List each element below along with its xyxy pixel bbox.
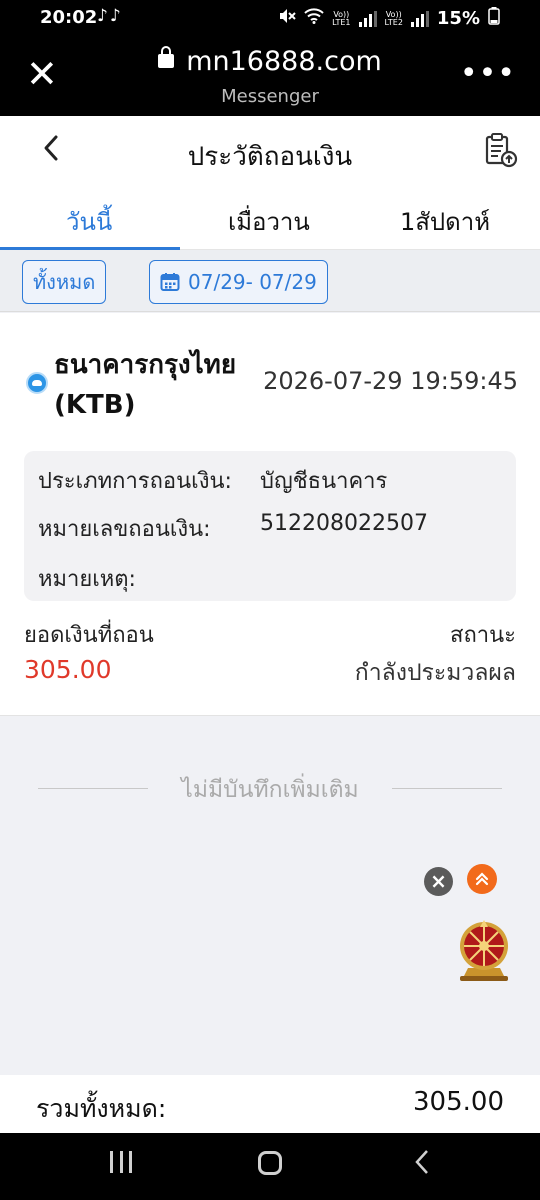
more-icon[interactable]: ••• [460, 56, 516, 91]
no-more-records: ไม่มีบันทึกเพิ่มเติม [0, 768, 540, 808]
recent-apps-icon[interactable] [110, 1151, 132, 1173]
history-clipboard-icon[interactable] [484, 132, 518, 168]
withdraw-number-row: หมายเลขถอนเงิน: 512208022507 [38, 511, 428, 546]
lock-icon [158, 46, 175, 68]
system-nav-bar [0, 1133, 540, 1200]
date-range-text: 07/29- 07/29 [188, 270, 317, 294]
total-bar: รวมทั้งหมด: 305.00 [0, 1075, 540, 1133]
signal2-icon [410, 10, 429, 27]
withdraw-type-row: ประเภทการถอนเงิน: บัญชีธนาคาร [38, 463, 387, 498]
wifi-icon [304, 8, 324, 29]
browser-bar: ✕ mn16888.com Messenger ••• [0, 36, 540, 116]
page-title: ประวัติถอนเงิน [187, 142, 353, 172]
total-value: 305.00 [413, 1087, 504, 1117]
battery-label: 15% [436, 8, 480, 29]
volte2-label: Vo)) LTE2 [384, 9, 403, 27]
note-label: หมายเหตุ: [38, 567, 136, 592]
tiktok-icon: ♪♪ [97, 6, 123, 26]
record-datetime: 2026-07-29 19:59:45 [263, 367, 518, 395]
no-more-text: ไม่มีบันทึกเพิ่มเติม [181, 777, 359, 803]
note-row: หมายเหตุ: [38, 561, 136, 596]
date-range-button[interactable]: 07/29- 07/29 [149, 260, 328, 304]
battery-icon [488, 7, 500, 30]
filter-all-button[interactable]: ทั้งหมด [22, 260, 107, 304]
home-icon[interactable] [258, 1151, 282, 1175]
close-float-icon[interactable]: × [424, 867, 453, 896]
status-label: สถานะ [450, 623, 516, 648]
period-tabs: วันนี้ เมื่อวาน 1สัปดาห์ [0, 188, 540, 250]
withdraw-number-value: 512208022507 [260, 511, 428, 536]
system-back-icon[interactable] [414, 1149, 430, 1180]
amount-label: ยอดเงินที่ถอน [24, 623, 154, 648]
withdraw-type-value: บัญชีธนาคาร [260, 469, 388, 494]
total-label: รวมทั้งหมด: [36, 1094, 167, 1123]
scroll-top-icon[interactable] [467, 864, 497, 894]
filter-bar: ทั้งหมด 07/29- 07/29 [0, 250, 540, 312]
bank-icon [26, 372, 48, 394]
record-details: ประเภทการถอนเงิน: บัญชีธนาคาร หมายเลขถอน… [24, 451, 516, 601]
volte1-label: Vo)) LTE1 [332, 9, 351, 27]
mute-icon [278, 8, 296, 29]
bank-name: ธนาคารกรุงไทย (KTB) [54, 350, 237, 420]
tab-yesterday[interactable]: เมื่อวาน [228, 202, 310, 241]
withdrawal-record[interactable]: ธนาคารกรุงไทย (KTB) 2026-07-29 19:59:45 … [0, 313, 540, 716]
page-header: ประวัติถอนเงิน [0, 116, 540, 188]
withdraw-type-label: ประเภทการถอนเงิน: [38, 469, 232, 494]
status-right: Vo)) LTE1 Vo)) LTE2 15% [278, 7, 500, 30]
url-text: mn16888.com [186, 46, 382, 77]
tab-week[interactable]: 1สัปดาห์ [400, 202, 490, 241]
status-bar: 20:02 ♪♪ Vo)) LTE1 Vo)) LTE2 15% [0, 0, 540, 36]
calendar-icon [160, 264, 180, 306]
status-value: กำลังประมวลผล [354, 660, 516, 686]
status-time: 20:02 [40, 7, 98, 28]
signal1-icon [358, 10, 377, 27]
withdraw-number-label: หมายเลขถอนเงิน: [38, 517, 211, 542]
tab-today[interactable]: วันนี้ [66, 202, 112, 241]
amount-value: 305.00 [24, 655, 112, 684]
divider-right [392, 788, 502, 789]
prize-wheel-icon[interactable] [456, 920, 512, 982]
